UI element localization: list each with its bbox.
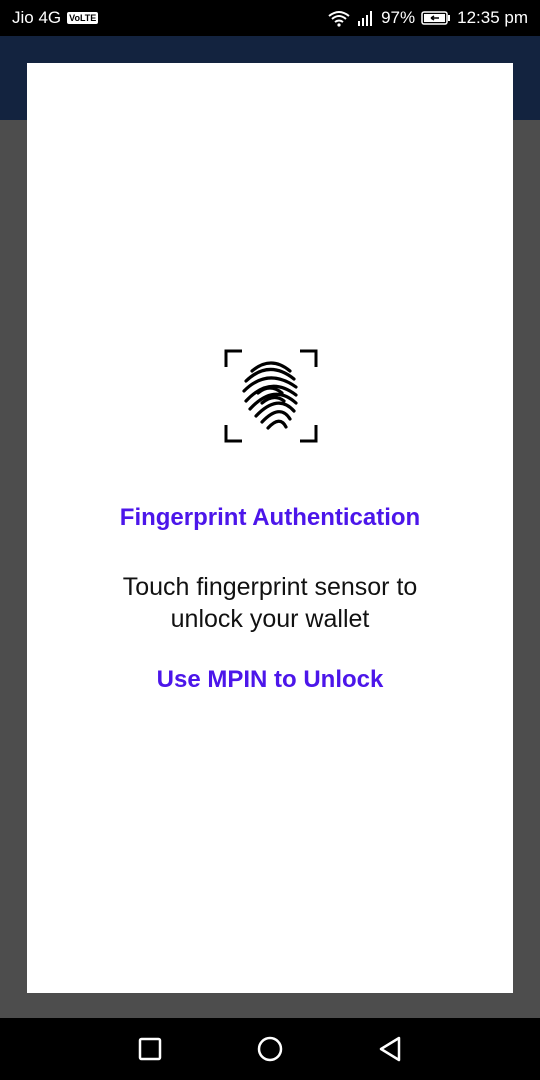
dialog-title: Fingerprint Authentication (119, 504, 421, 531)
home-button[interactable] (255, 1034, 285, 1064)
signal-icon (357, 9, 375, 27)
use-mpin-button[interactable]: Use MPIN to Unlock (120, 666, 420, 694)
wifi-icon (327, 9, 351, 27)
volte-badge: VoLTE (67, 12, 99, 24)
dialog-message: Touch fingerprint sensor to unlock your … (122, 573, 418, 633)
square-icon (138, 1037, 162, 1061)
fingerprint-dialog: Fingerprint Authentication Touch fingerp… (27, 63, 513, 993)
nav-bar (0, 1018, 540, 1080)
carrier-label: Jio 4G (12, 8, 62, 27)
battery-percent: 97% (381, 8, 416, 27)
clock: 12:35 pm (457, 8, 528, 27)
back-triangle-icon (379, 1036, 401, 1062)
status-right: 97% 12:35 pm (327, 8, 528, 28)
fingerprint-icon (224, 349, 318, 443)
back-button[interactable] (375, 1034, 405, 1064)
status-bar: Jio 4G VoLTE 97% 12:35 pm (0, 0, 540, 36)
battery-icon (421, 10, 451, 26)
recents-button[interactable] (135, 1034, 165, 1064)
status-left: Jio 4G VoLTE (12, 8, 99, 28)
circle-icon (257, 1036, 283, 1062)
